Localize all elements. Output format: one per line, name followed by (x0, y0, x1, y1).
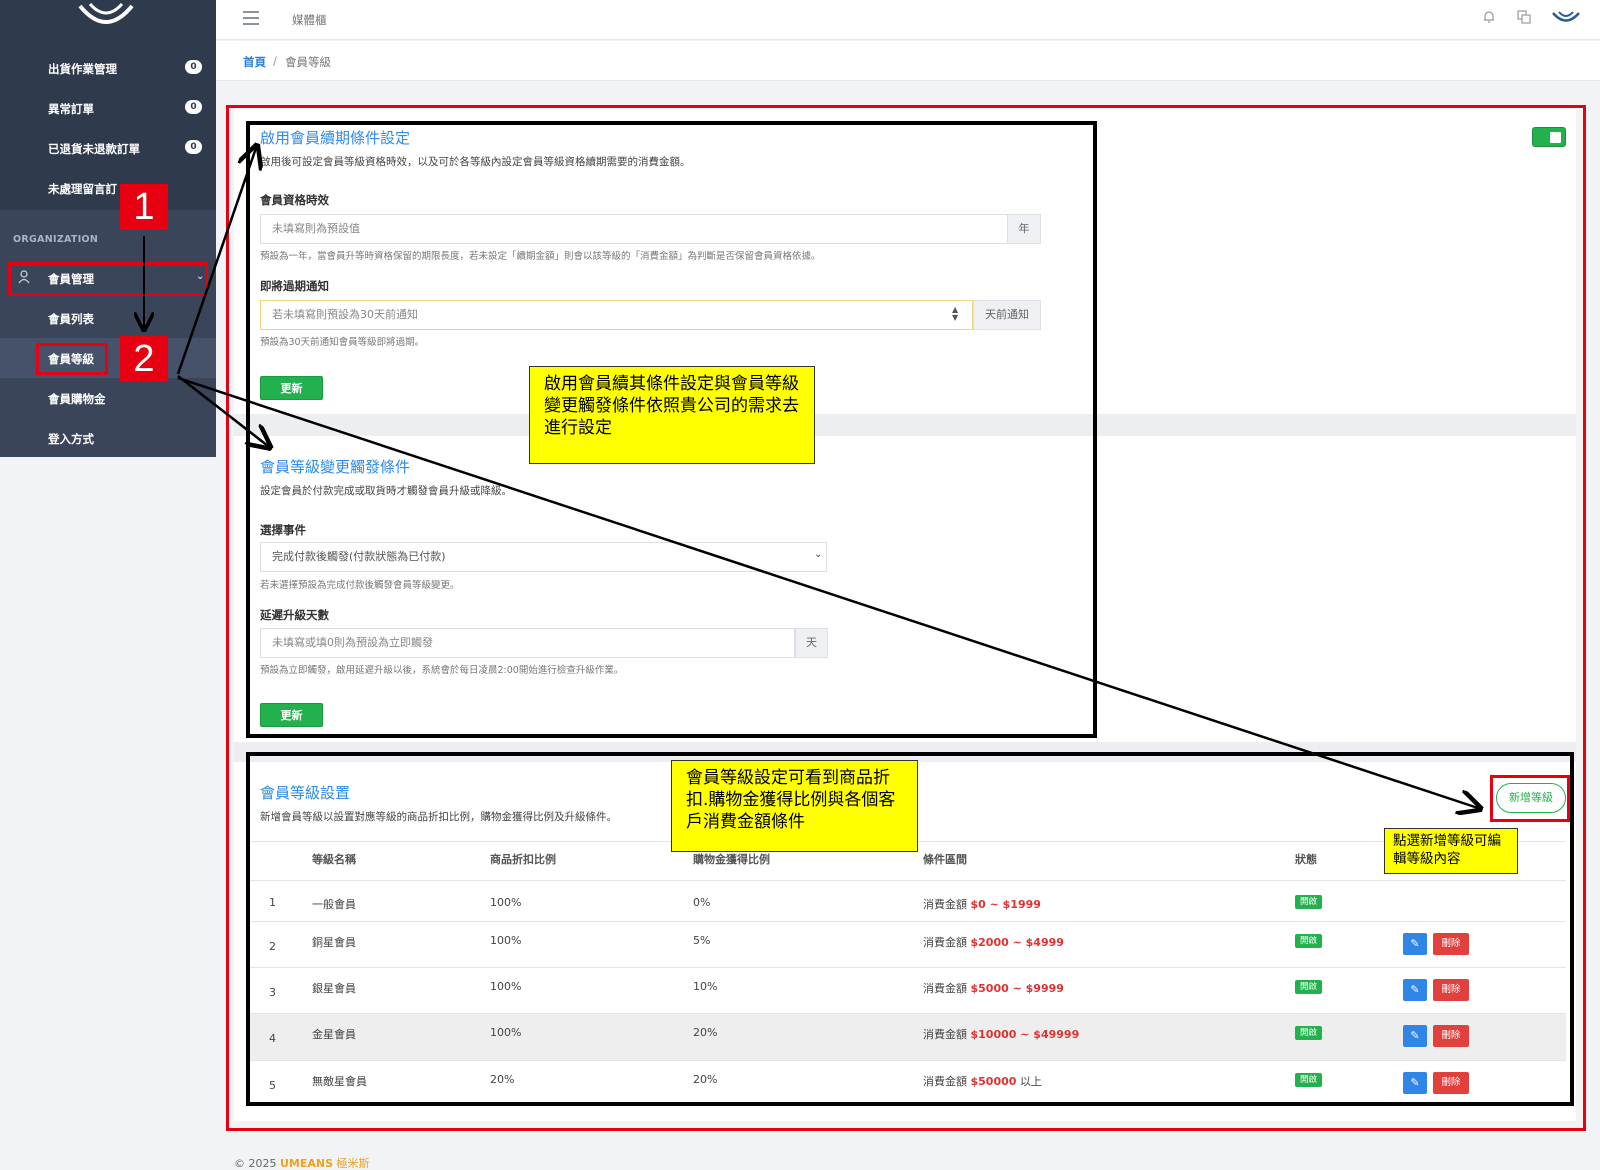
annotation-arrows (0, 0, 1600, 1170)
arrow-to-renewal (176, 148, 256, 375)
app-root: 出貨作業管理 0 異常訂單 0 已退貨未退款訂單 0 未處理留言訂 ORGANI… (0, 0, 1600, 1170)
arrow-to-trigger (177, 375, 268, 446)
annotation-note-add: 點選新增等級可編輯等級內容 (1384, 828, 1518, 874)
arrow-to-add-level (177, 376, 1478, 808)
step-2-marker: 2 (120, 336, 168, 382)
annotation-note-settings: 啟用會員續其條件設定與會員等級變更觸發條件依照貴公司的需求去進行設定 (529, 366, 815, 464)
annotation-note-levels: 會員等級設定可看到商品折扣.購物金獲得比例與各個客戶消費金額條件 (671, 760, 918, 852)
footer-copyright: © 2025 (234, 1157, 277, 1170)
footer-brand-cn: 極米斯 (336, 1157, 370, 1170)
footer: © 2025 UMEANS 極米斯 (234, 1155, 370, 1170)
step-1-marker: 1 (120, 184, 168, 230)
footer-brand[interactable]: UMEANS (280, 1157, 333, 1170)
